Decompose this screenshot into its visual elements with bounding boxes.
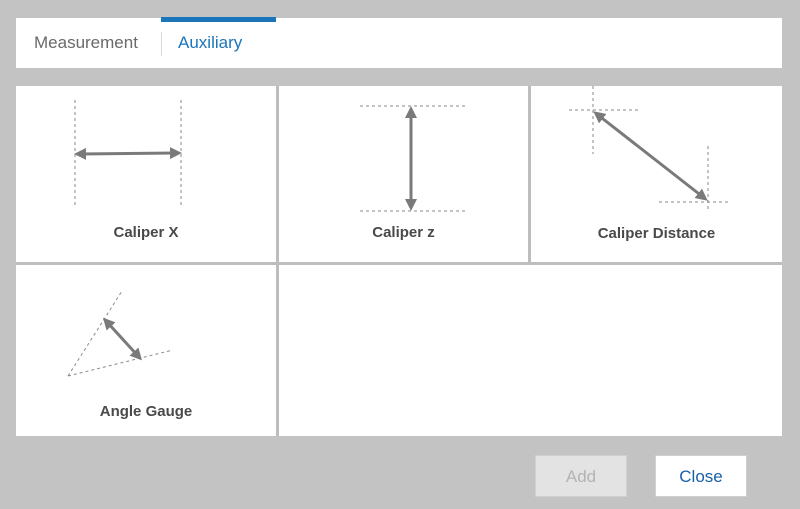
tab-bar: Measurement Auxiliary [16, 17, 782, 68]
tool-label: Caliper z [372, 224, 435, 241]
close-button[interactable]: Close [655, 455, 747, 497]
tool-caliper-z[interactable]: Caliper z [279, 86, 528, 262]
tab-measurement[interactable]: Measurement [34, 18, 138, 68]
grid-divider [16, 262, 782, 265]
tool-label: Caliper Distance [597, 225, 716, 242]
grid-divider [276, 86, 279, 436]
tab-auxiliary[interactable]: Auxiliary [178, 18, 242, 68]
tool-grid: Caliper X Caliper z Caliper Distance Ang… [16, 86, 782, 436]
tool-caliper-distance[interactable]: Caliper Distance [531, 86, 782, 262]
tool-caliper-x[interactable]: Caliper X [16, 86, 276, 262]
grid-divider [528, 86, 531, 262]
tab-divider [161, 32, 162, 56]
tool-angle-gauge[interactable]: Angle Gauge [16, 265, 276, 436]
tool-label: Angle Gauge [99, 403, 193, 420]
empty-cell [279, 265, 782, 436]
add-button[interactable]: Add [535, 455, 627, 497]
tool-label: Caliper X [113, 224, 179, 241]
